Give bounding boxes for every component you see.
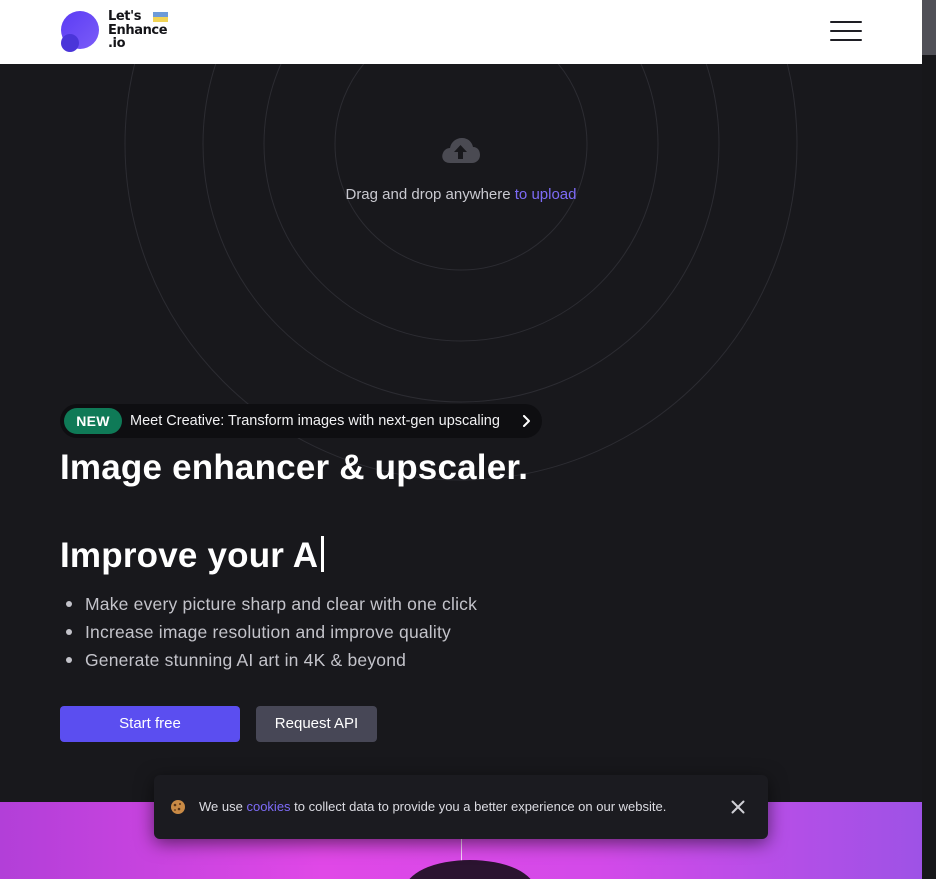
cookie-banner: We use cookies to collect data to provid…: [154, 775, 768, 839]
menu-button[interactable]: [828, 18, 864, 44]
site-header: Let's Enhance .io: [0, 0, 922, 64]
list-item: Increase image resolution and improve qu…: [66, 620, 477, 648]
page-title: Image enhancer & upscaler.: [60, 448, 529, 487]
typing-headline: Improve your A: [60, 536, 325, 576]
logo-line: .io: [108, 36, 126, 51]
upload-text: Drag and drop anywhere: [345, 186, 511, 203]
logo-line: Enhance: [108, 22, 168, 38]
request-api-button[interactable]: Request API: [256, 706, 377, 742]
new-badge: NEW: [64, 408, 122, 434]
cookie-icon: [171, 800, 185, 814]
close-icon[interactable]: [731, 800, 745, 814]
cookies-link[interactable]: cookies: [246, 799, 290, 814]
typing-caret: [321, 536, 325, 572]
logo-mark-icon: [61, 11, 99, 52]
upload-link[interactable]: to upload: [515, 186, 577, 203]
announcement-text: Meet Creative: Transform images with nex…: [130, 413, 500, 429]
list-item: Generate stunning AI art in 4K & beyond: [66, 648, 477, 676]
start-free-button[interactable]: Start free: [60, 706, 240, 742]
announcement-pill[interactable]: NEW Meet Creative: Transform images with…: [60, 404, 542, 438]
typing-text: Improve your A: [60, 536, 319, 575]
preview-image-subject: [405, 860, 535, 879]
ukraine-flag-icon: [153, 12, 168, 22]
feature-list: Make every picture sharp and clear with …: [66, 592, 477, 676]
list-item: Make every picture sharp and clear with …: [66, 592, 477, 620]
hamburger-icon: [830, 21, 862, 23]
scrollbar-thumb[interactable]: [922, 0, 936, 55]
upload-instructions[interactable]: Drag and drop anywhere to upload: [0, 186, 922, 203]
scrollbar-track[interactable]: [922, 0, 936, 879]
chevron-right-icon: [523, 415, 530, 427]
cookie-message: We use cookies to collect data to provid…: [199, 799, 667, 814]
logo[interactable]: Let's Enhance .io: [60, 10, 170, 54]
cloud-upload-icon[interactable]: [440, 136, 481, 166]
